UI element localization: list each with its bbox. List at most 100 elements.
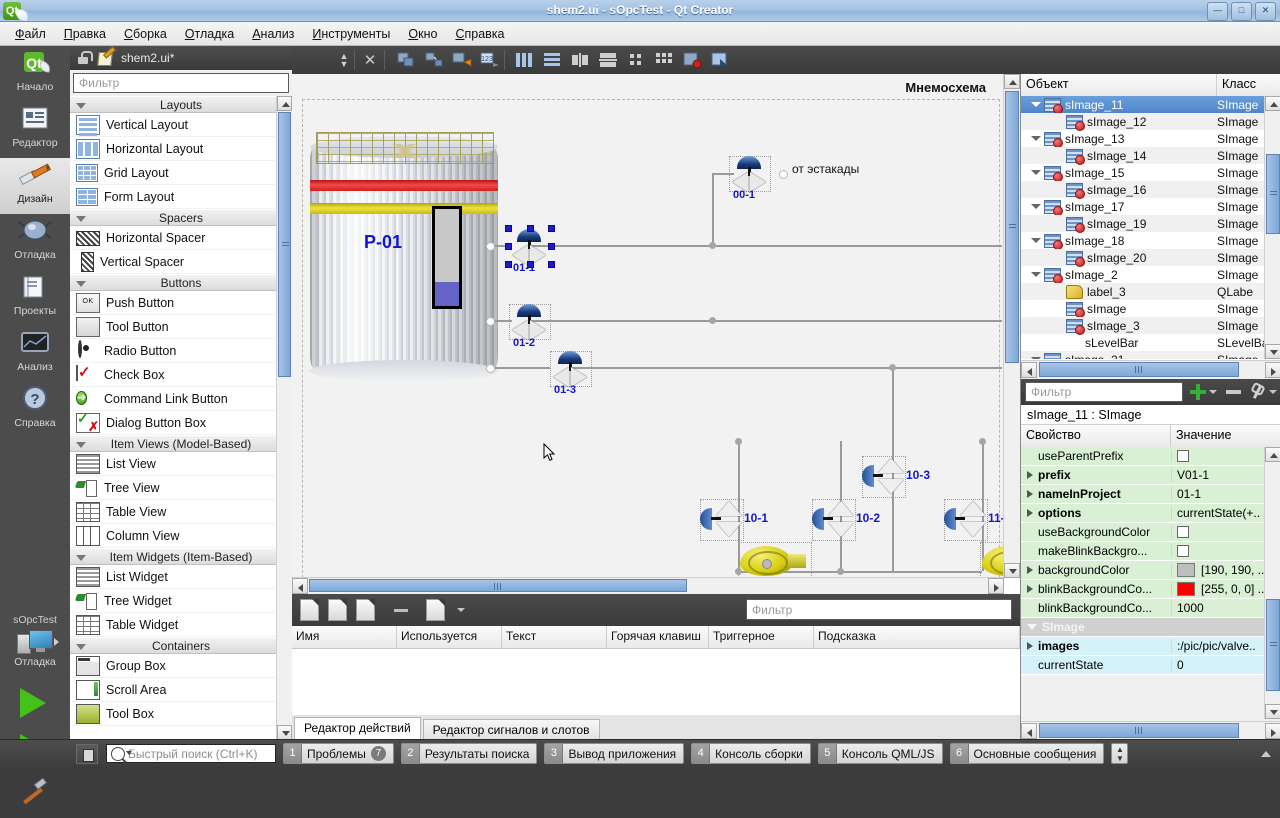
widget-item-check-box[interactable]: Check Box xyxy=(70,363,292,387)
object-tree-row[interactable]: label_3 QLabe xyxy=(1021,283,1265,300)
layout-vertically-icon[interactable] xyxy=(542,51,562,69)
chevron-down-icon[interactable] xyxy=(1031,272,1041,277)
edit-signals-slots-icon[interactable] xyxy=(424,51,444,69)
canvas-scroll-right[interactable] xyxy=(988,578,1004,594)
add-property-chevron-icon[interactable] xyxy=(1209,390,1217,394)
widget-item-form-layout[interactable]: Form Layout xyxy=(70,185,292,209)
maximize-button[interactable]: □ xyxy=(1231,2,1252,21)
chevron-down-icon[interactable] xyxy=(457,608,465,612)
action-column-header[interactable]: Имя xyxy=(292,626,397,648)
object-tree-row[interactable]: sImage_21 SImage xyxy=(1021,351,1265,359)
widget-category-5[interactable]: Containers xyxy=(70,637,292,654)
object-tree-row[interactable]: sImage_18 SImage xyxy=(1021,232,1265,250)
menu-item-6[interactable]: Окно xyxy=(399,24,446,44)
bottom-tab-0[interactable]: Редактор действий xyxy=(294,717,421,741)
action-column-header[interactable]: Текст xyxy=(502,626,607,648)
widget-item-table-widget[interactable]: Table Widget xyxy=(70,613,292,637)
action-column-header[interactable]: Триггерное xyxy=(709,626,814,648)
action-table-body[interactable] xyxy=(292,649,1020,715)
widget-category-4[interactable]: Item Widgets (Item-Based) xyxy=(70,548,292,565)
valve-01-1[interactable]: 01-1 xyxy=(505,225,555,274)
mode-home[interactable]: Qt Начало xyxy=(0,46,70,102)
property-row[interactable]: useBackgroundColor xyxy=(1021,523,1265,542)
adjust-size-icon[interactable] xyxy=(710,51,730,69)
build-button[interactable] xyxy=(0,772,70,818)
widget-box-scrollbar[interactable] xyxy=(276,96,292,740)
menu-item-0[interactable]: Файл xyxy=(6,24,55,44)
property-filter-input[interactable]: Фильтр xyxy=(1025,382,1183,402)
canvas-scroll-left[interactable] xyxy=(292,578,308,594)
pump-left[interactable] xyxy=(738,542,812,578)
valve-10-3[interactable]: 10-3 xyxy=(862,456,930,498)
color-swatch[interactable] xyxy=(1177,563,1195,577)
property-row[interactable]: nameInProject 01-1 xyxy=(1021,485,1265,504)
column-property[interactable]: Свойство xyxy=(1021,425,1171,447)
expander-icon[interactable] xyxy=(1027,509,1033,517)
object-tree-hscrollbar[interactable] xyxy=(1021,360,1280,379)
layout-form-icon[interactable] xyxy=(626,51,646,69)
canvas-v-thumb[interactable] xyxy=(1005,91,1019,363)
valve-01-3[interactable]: 01-3 xyxy=(550,351,592,396)
mode-editor[interactable]: Редактор xyxy=(0,102,70,158)
widget-item-column-view[interactable]: Column View xyxy=(70,524,292,548)
widget-item-radio-button[interactable]: Radio Button xyxy=(70,339,292,363)
object-tree-row[interactable]: sImage_11 SImage xyxy=(1021,96,1265,114)
widget-item-tree-view[interactable]: Tree View xyxy=(70,476,292,500)
property-hscroll-thumb[interactable] xyxy=(1039,723,1239,738)
property-checkbox[interactable] xyxy=(1177,450,1189,462)
output-pane-stepper[interactable]: ▲ ▼ xyxy=(1111,743,1129,764)
property-hscrollbar[interactable] xyxy=(1021,721,1280,740)
property-scrollbar[interactable] xyxy=(1264,447,1280,719)
property-rows[interactable]: useParentPrefix prefix V01-1 nameInProject 0… xyxy=(1021,447,1265,719)
widget-category-2[interactable]: Buttons xyxy=(70,274,292,291)
expander-icon[interactable] xyxy=(1027,585,1033,593)
property-row[interactable]: useParentPrefix xyxy=(1021,447,1265,466)
mode-analyze[interactable]: Анализ xyxy=(0,326,70,382)
scroll-down-arrow[interactable] xyxy=(277,725,292,740)
object-tree-row[interactable]: sImage_13 SImage xyxy=(1021,130,1265,148)
widget-box-filter-input[interactable]: Фильтр xyxy=(73,73,289,93)
mode-design[interactable]: Дизайн xyxy=(0,158,70,214)
edit-widgets-icon[interactable] xyxy=(396,51,416,69)
property-row[interactable]: blinkBackgroundCo... 1000 xyxy=(1021,599,1265,618)
property-hscroll-right[interactable] xyxy=(1265,723,1280,739)
property-checkbox[interactable] xyxy=(1177,545,1189,557)
chevron-down-icon[interactable] xyxy=(1031,238,1041,243)
widget-item-command-link-button[interactable]: ➔ Command Link Button xyxy=(70,387,292,411)
object-tree-row[interactable]: sImage_17 SImage xyxy=(1021,198,1265,216)
lock-icon[interactable] xyxy=(76,51,93,65)
output-pane-button-6[interactable]: 6 Основные сообщения xyxy=(949,743,1105,764)
form-editor-canvas[interactable]: Мнемосхема P-01 00-1 от эстакады 01-1 01… xyxy=(292,74,1020,594)
widget-category-3[interactable]: Item Views (Model-Based) xyxy=(70,435,292,452)
widget-item-tool-button[interactable]: Tool Button xyxy=(70,315,292,339)
valve-10-2[interactable]: 10-2 xyxy=(812,499,880,541)
close-document-icon[interactable]: ✕ xyxy=(362,53,378,69)
chevron-down-icon[interactable] xyxy=(1031,136,1041,141)
copy-action-icon[interactable] xyxy=(328,599,347,621)
editor-nav-spinbox[interactable]: ▲ ▼ xyxy=(336,52,352,69)
property-row[interactable]: makeBlinkBackgro... xyxy=(1021,542,1265,561)
object-tree-row[interactable]: sLevelBar SLevelBar xyxy=(1021,334,1265,351)
object-tree-row[interactable]: sImage_16 SImage xyxy=(1021,181,1265,199)
remove-dynamic-property-icon[interactable] xyxy=(1226,390,1241,394)
widget-item-list-view[interactable]: List View xyxy=(70,452,292,476)
close-button[interactable]: ✕ xyxy=(1255,2,1276,21)
widget-item-vertical-spacer[interactable]: Vertical Spacer xyxy=(70,250,292,274)
object-tree-row[interactable]: sImage_3 SImage xyxy=(1021,317,1265,335)
configure-chevron-icon[interactable] xyxy=(1269,390,1277,394)
property-row[interactable]: backgroundColor [190, 190, .. xyxy=(1021,561,1265,580)
mode-debug[interactable]: Отладка xyxy=(0,214,70,270)
canvas-horizontal-scrollbar[interactable] xyxy=(292,577,1004,594)
edit-tab-order-icon[interactable]: 123 xyxy=(480,51,500,69)
canvas-scroll-down[interactable] xyxy=(1004,563,1020,578)
widget-category-0[interactable]: Layouts xyxy=(70,96,292,113)
object-hscroll-left[interactable] xyxy=(1021,362,1037,378)
widget-item-vertical-layout[interactable]: Vertical Layout xyxy=(70,113,292,137)
object-scroll-thumb[interactable] xyxy=(1266,154,1280,234)
object-tree-rows[interactable]: sImage_11 SImage sImage_12 SImage sImage_13 S… xyxy=(1021,96,1265,359)
action-column-header[interactable]: Подсказка xyxy=(814,626,1020,648)
scroll-thumb[interactable] xyxy=(278,112,291,377)
property-row[interactable]: options currentState(+.. xyxy=(1021,504,1265,523)
layout-splitter-vertical-icon[interactable] xyxy=(598,51,618,69)
property-scroll-down[interactable] xyxy=(1265,704,1280,719)
